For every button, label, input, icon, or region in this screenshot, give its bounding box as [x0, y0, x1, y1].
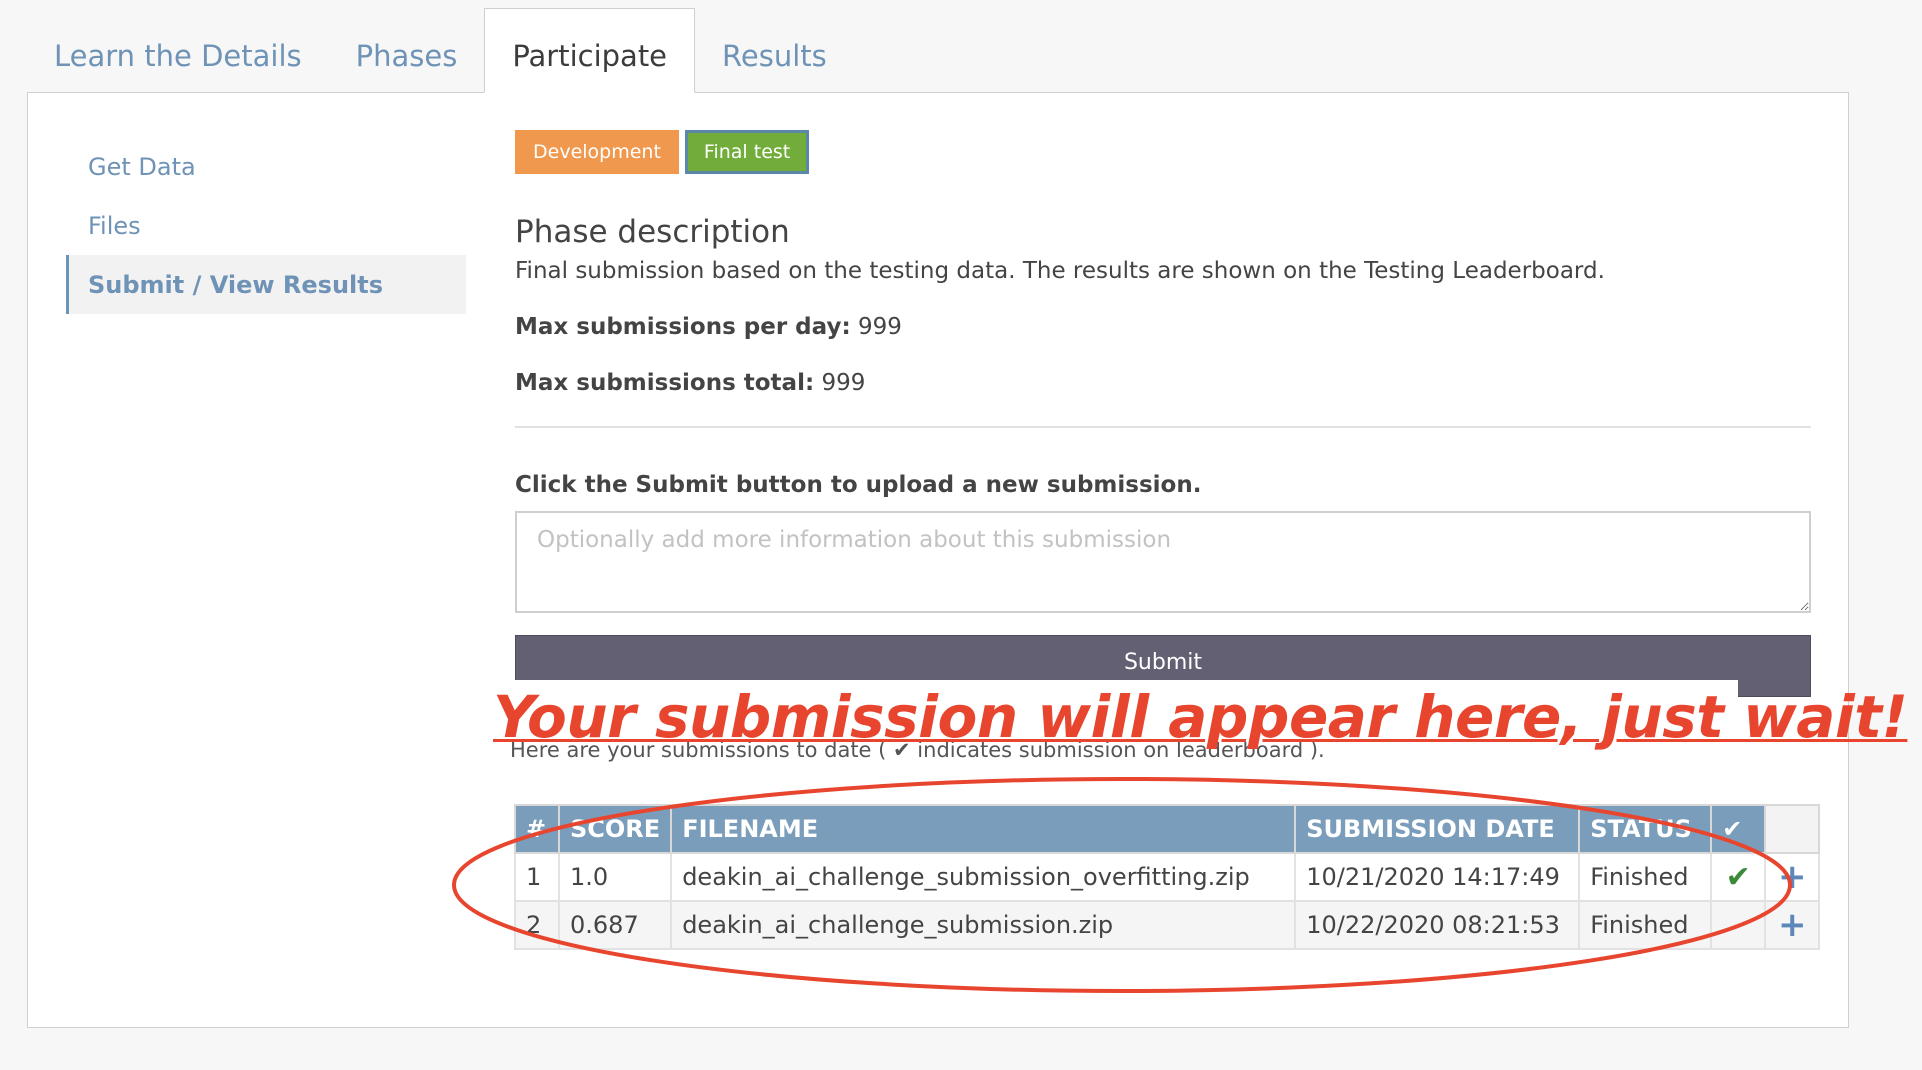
phase-description: Final submission based on the testing da… [515, 258, 1605, 284]
row-status: Finished [1578, 852, 1713, 902]
divider [515, 426, 1811, 428]
development-phase-button[interactable]: Development [515, 130, 679, 174]
leaderboard-check-icon[interactable]: ✔ [1710, 852, 1767, 902]
expand-plus-icon[interactable]: + [1764, 852, 1821, 902]
submit-instruction: Click the Submit button to upload a new … [515, 472, 1202, 498]
max-per-day-label: Max submissions per day: [515, 314, 851, 340]
submission-notes-input[interactable] [515, 511, 1811, 613]
sidebar-item-get-data[interactable]: Get Data [66, 137, 466, 196]
row-score: 1.0 [557, 852, 673, 902]
max-total-label: Max submissions total: [515, 370, 815, 396]
col-score-header[interactable]: SCORE [557, 804, 673, 854]
annotation-callout: Your submission will appear here, just w… [493, 683, 1908, 751]
submissions-table: # SCORE FILENAME SUBMISSION DATE STATUS … [514, 804, 1821, 950]
sidebar: Get Data Files Submit / View Results [66, 137, 466, 314]
row-index: 1 [514, 852, 560, 902]
max-total-value: 999 [821, 370, 866, 396]
row-index: 2 [514, 900, 560, 950]
col-index-header: # [514, 804, 560, 854]
main-content: Development Final test Phase description… [515, 130, 1811, 697]
expand-plus-icon[interactable]: + [1764, 900, 1821, 950]
row-filename: deakin_ai_challenge_submission.zip [670, 900, 1297, 950]
table-header-row: # SCORE FILENAME SUBMISSION DATE STATUS … [514, 804, 1821, 854]
max-submissions-total: Max submissions total: 999 [515, 370, 1811, 396]
sidebar-item-files[interactable]: Files [66, 196, 466, 255]
row-score: 0.687 [557, 900, 673, 950]
phase-title: Phase description [515, 214, 790, 250]
tab-learn-the-details[interactable]: Learn the Details [27, 8, 329, 93]
row-status: Finished [1578, 900, 1713, 950]
max-submissions-per-day: Max submissions per day: 999 [515, 314, 1811, 340]
col-filename-header[interactable]: FILENAME [670, 804, 1297, 854]
tab-phases[interactable]: Phases [329, 8, 485, 93]
row-date: 10/22/2020 08:21:53 [1294, 900, 1581, 950]
sidebar-item-submit-view-results[interactable]: Submit / View Results [66, 255, 466, 314]
row-filename: deakin_ai_challenge_submission_overfitti… [670, 852, 1297, 902]
final-test-phase-button[interactable]: Final test [684, 130, 810, 174]
tab-results[interactable]: Results [695, 8, 854, 93]
leaderboard-check-icon[interactable] [1710, 900, 1767, 950]
col-leaderboard-header: ✔ [1710, 804, 1767, 854]
col-date-header[interactable]: SUBMISSION DATE [1294, 804, 1581, 854]
phase-selector: Development Final test [515, 130, 1811, 174]
row-date: 10/21/2020 14:17:49 [1294, 852, 1581, 902]
col-status-header[interactable]: STATUS [1578, 804, 1713, 854]
tab-bar: Learn the Details Phases Participate Res… [27, 8, 854, 93]
table-row: 2 0.687 deakin_ai_challenge_submission.z… [514, 900, 1821, 950]
tab-participate[interactable]: Participate [484, 8, 696, 93]
table-row: 1 1.0 deakin_ai_challenge_submission_ove… [514, 852, 1821, 902]
col-actions-header [1764, 804, 1821, 854]
max-per-day-value: 999 [857, 314, 902, 340]
